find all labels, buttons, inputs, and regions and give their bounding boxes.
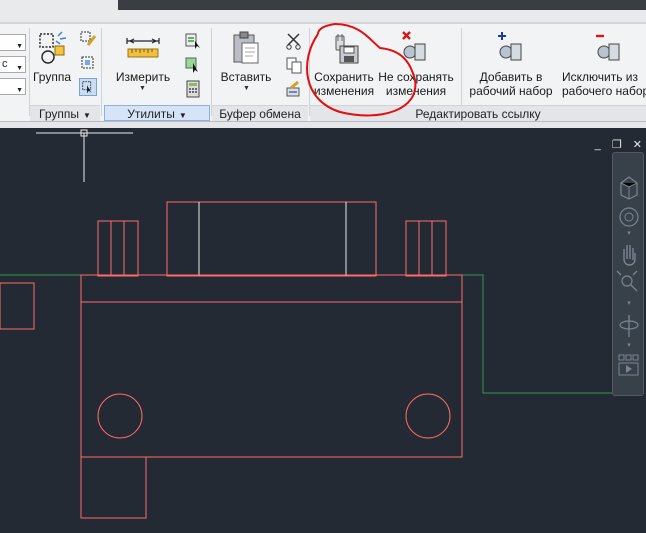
crosshair-cursor <box>36 129 133 182</box>
pan-hand-icon[interactable] <box>623 245 636 266</box>
viewport-controls: _ ❐ ✕ <box>587 138 642 151</box>
annotation-circle <box>306 22 417 117</box>
viewcube-icon[interactable] <box>620 176 638 200</box>
green-reference-lines <box>0 274 612 394</box>
restore-button[interactable]: ❐ <box>612 138 622 151</box>
chevron-down-icon[interactable]: ▾ <box>627 230 631 237</box>
navigation-bar-icons: ▾ ▾ ▾ <box>616 176 639 376</box>
minimize-button[interactable]: _ <box>595 139 601 151</box>
chevron-down-icon[interactable]: ▾ <box>627 342 631 349</box>
close-button[interactable]: ✕ <box>633 138 642 151</box>
drawing-overlay <box>0 22 612 519</box>
chevron-down-icon[interactable]: ▾ <box>627 300 631 307</box>
orbit-icon[interactable] <box>619 315 639 337</box>
part-drawing <box>0 201 463 519</box>
navigation-bar: ▾ ▾ ▾ <box>612 152 644 396</box>
steering-wheel-icon[interactable] <box>619 207 639 227</box>
showmotion-icon[interactable] <box>618 354 639 376</box>
zoom-icon[interactable] <box>616 270 638 292</box>
